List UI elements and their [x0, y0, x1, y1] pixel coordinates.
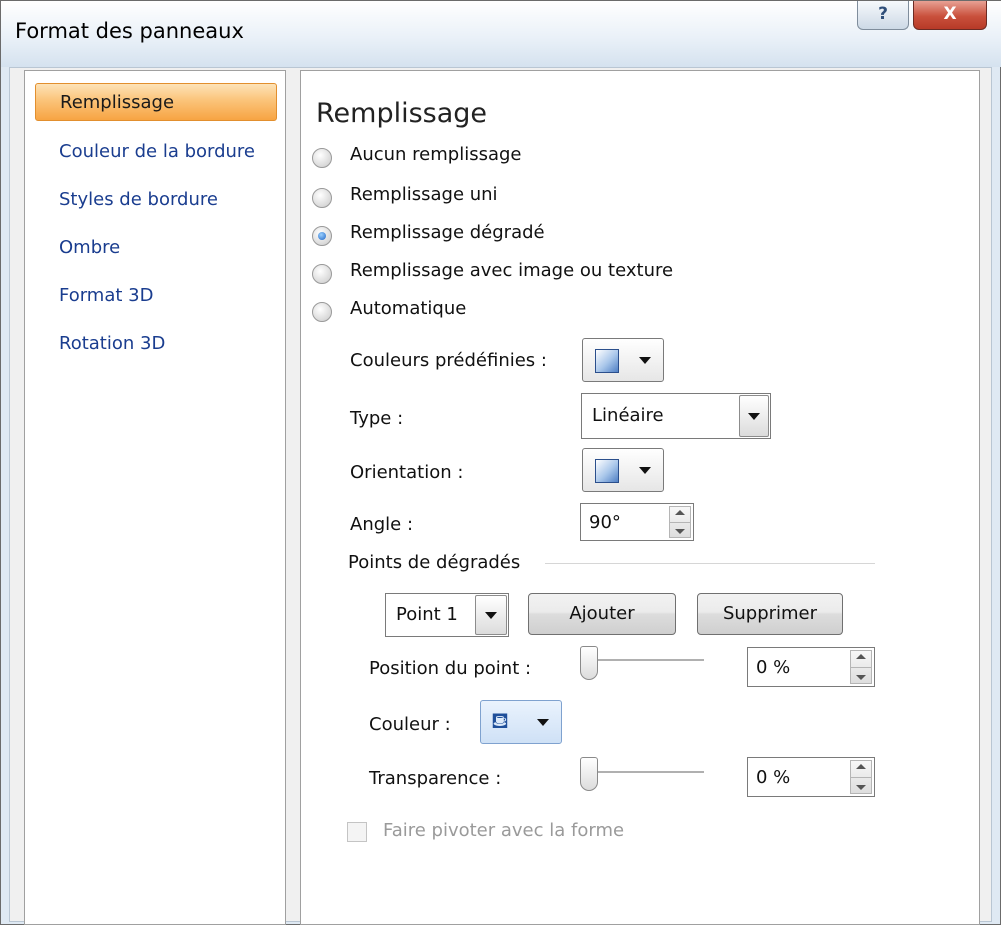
type-label: Type :: [350, 408, 404, 429]
radio-button[interactable]: [312, 188, 332, 208]
rotate-with-shape-label: Faire pivoter avec la forme: [383, 820, 625, 841]
position-value: 0 %: [756, 657, 791, 678]
divider: [670, 522, 690, 523]
nav-item-ombre[interactable]: Ombre: [35, 229, 277, 267]
chevron-down-icon: [639, 357, 651, 364]
preset-colors-button[interactable]: [582, 338, 664, 382]
spin-up-icon[interactable]: [675, 510, 685, 515]
dialog-title: Format des panneaux: [15, 19, 244, 43]
spin-up-icon[interactable]: [856, 764, 866, 769]
spin-down-icon[interactable]: [675, 529, 685, 534]
radio-button-selected[interactable]: [312, 226, 332, 246]
orientation-button[interactable]: [582, 448, 664, 492]
nav-item-format-3d[interactable]: Format 3D: [35, 277, 277, 315]
chevron-down-icon: [537, 719, 549, 726]
radio-button[interactable]: [312, 148, 332, 168]
gradient-swatch-icon: [595, 459, 619, 483]
position-label: Position du point :: [369, 658, 532, 679]
rotate-with-shape-checkbox[interactable]: [347, 822, 367, 842]
divider: [851, 667, 871, 668]
chevron-down-icon: [639, 467, 651, 474]
stop-value: Point 1: [396, 604, 458, 625]
radio-label: Remplissage uni: [350, 184, 498, 205]
paint-bucket-icon: ⛾: [491, 709, 509, 734]
help-button[interactable]: ?: [857, 1, 909, 30]
close-button[interactable]: X: [913, 1, 987, 30]
position-slider-track[interactable]: [584, 659, 704, 662]
angle-spin-buttons[interactable]: [669, 506, 691, 538]
spin-down-icon[interactable]: [856, 785, 866, 790]
chevron-down-icon: [485, 612, 497, 619]
angle-spinner[interactable]: 90°: [580, 503, 694, 541]
preset-colors-label: Couleurs prédéfinies :: [350, 350, 547, 371]
type-select[interactable]: Linéaire: [581, 393, 771, 439]
transparency-spinner[interactable]: 0 %: [747, 757, 875, 797]
transparency-slider-track[interactable]: [584, 771, 704, 774]
orientation-label: Orientation :: [350, 462, 464, 483]
radio-label: Remplissage dégradé: [350, 222, 545, 243]
type-dropdown-button[interactable]: [739, 395, 769, 437]
angle-label: Angle :: [350, 514, 414, 535]
panel-heading: Remplissage: [316, 98, 488, 129]
gradient-swatch-icon: [595, 349, 619, 373]
position-spinner[interactable]: 0 %: [747, 647, 875, 687]
nav-item-styles-bordure[interactable]: Styles de bordure: [35, 181, 277, 219]
color-label: Couleur :: [369, 714, 451, 735]
fill-color-button[interactable]: ⛾: [480, 700, 562, 744]
radio-button[interactable]: [312, 264, 332, 284]
spin-down-icon[interactable]: [856, 675, 866, 680]
type-value: Linéaire: [592, 405, 664, 426]
divider: [851, 777, 871, 778]
angle-value: 90°: [589, 512, 621, 533]
stop-dropdown-button[interactable]: [475, 595, 507, 635]
spin-up-icon[interactable]: [856, 654, 866, 659]
transparency-value: 0 %: [756, 767, 791, 788]
transparency-spin-buttons[interactable]: [850, 760, 872, 794]
position-slider-thumb[interactable]: [580, 646, 598, 680]
category-list: Remplissage Couleur de la bordure Styles…: [24, 70, 286, 925]
title-bar: Format des panneaux ? X: [1, 1, 1001, 67]
radio-button[interactable]: [312, 302, 332, 322]
transparency-slider-thumb[interactable]: [580, 757, 598, 791]
gradient-stops-label: Points de dégradés: [348, 552, 521, 573]
stop-select[interactable]: Point 1: [385, 593, 509, 637]
radio-label: Automatique: [350, 298, 467, 319]
radio-label: Aucun remplissage: [350, 144, 522, 165]
position-spin-buttons[interactable]: [850, 650, 872, 684]
chevron-down-icon: [748, 413, 760, 420]
group-separator: [545, 563, 875, 564]
nav-item-couleur-bordure[interactable]: Couleur de la bordure: [35, 133, 277, 171]
transparency-label: Transparence :: [369, 768, 502, 789]
remove-stop-button[interactable]: Supprimer: [697, 593, 843, 635]
nav-item-rotation-3d[interactable]: Rotation 3D: [35, 325, 277, 363]
nav-item-remplissage[interactable]: Remplissage: [35, 83, 277, 121]
add-stop-button[interactable]: Ajouter: [528, 593, 676, 635]
radio-label: Remplissage avec image ou texture: [350, 260, 674, 281]
